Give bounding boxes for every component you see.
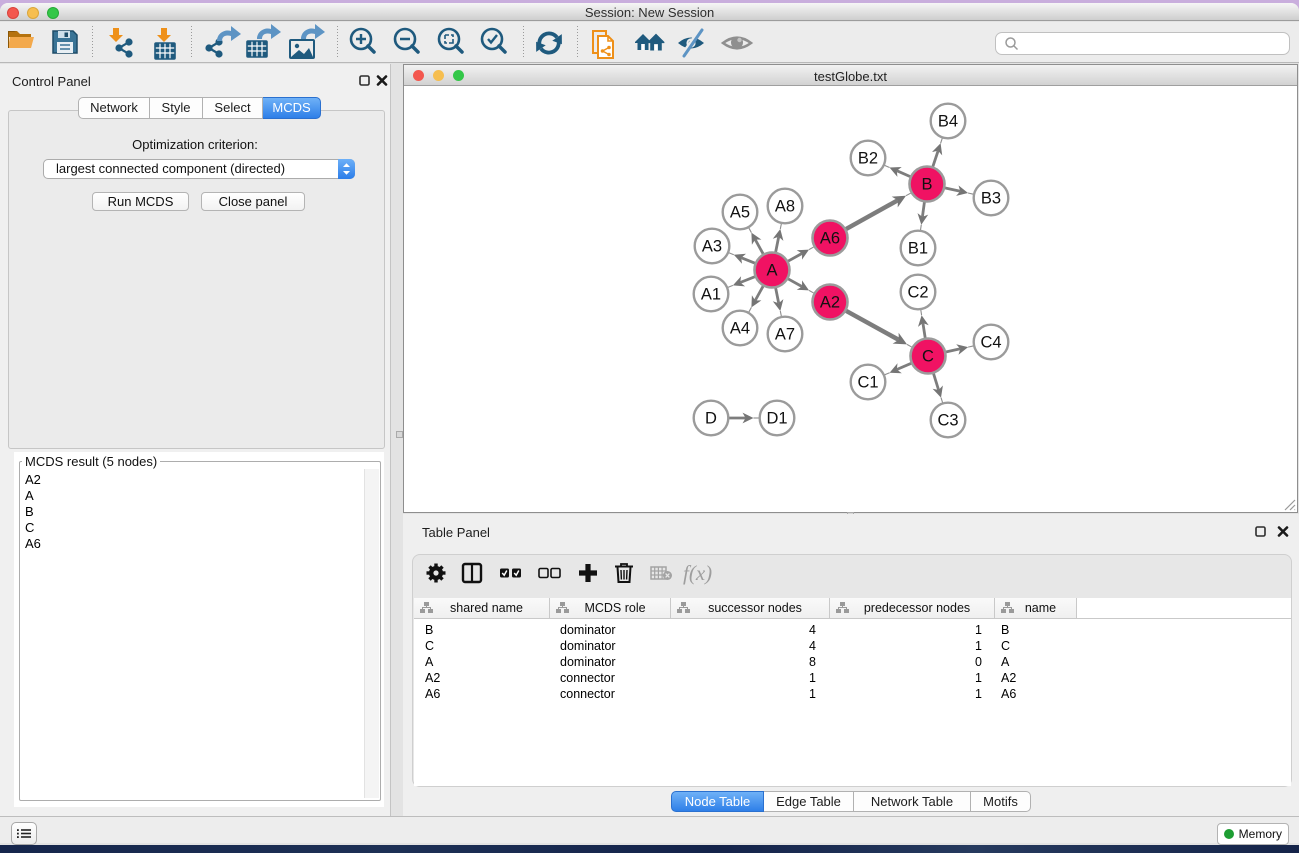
svg-text:A5: A5	[730, 204, 750, 222]
svg-text:C4: C4	[980, 334, 1001, 352]
svg-text:D: D	[705, 410, 717, 428]
svg-text:B3: B3	[981, 190, 1001, 208]
svg-text:B: B	[921, 176, 932, 194]
svg-text:B4: B4	[938, 113, 958, 131]
svg-text:D1: D1	[766, 410, 787, 428]
svg-text:A6: A6	[820, 230, 840, 248]
svg-text:C1: C1	[857, 374, 878, 392]
svg-text:C: C	[922, 348, 934, 366]
svg-text:A1: A1	[701, 286, 721, 304]
svg-text:A: A	[766, 262, 777, 280]
svg-text:A3: A3	[702, 238, 722, 256]
svg-text:A2: A2	[820, 294, 840, 312]
svg-text:B1: B1	[908, 240, 928, 258]
svg-text:A8: A8	[775, 198, 795, 216]
svg-text:C3: C3	[937, 412, 958, 430]
svg-text:C2: C2	[907, 284, 928, 302]
svg-text:A7: A7	[775, 326, 795, 344]
svg-text:B2: B2	[858, 150, 878, 168]
svg-text:f(x): f(x)	[683, 561, 712, 585]
svg-text:A4: A4	[730, 320, 750, 338]
